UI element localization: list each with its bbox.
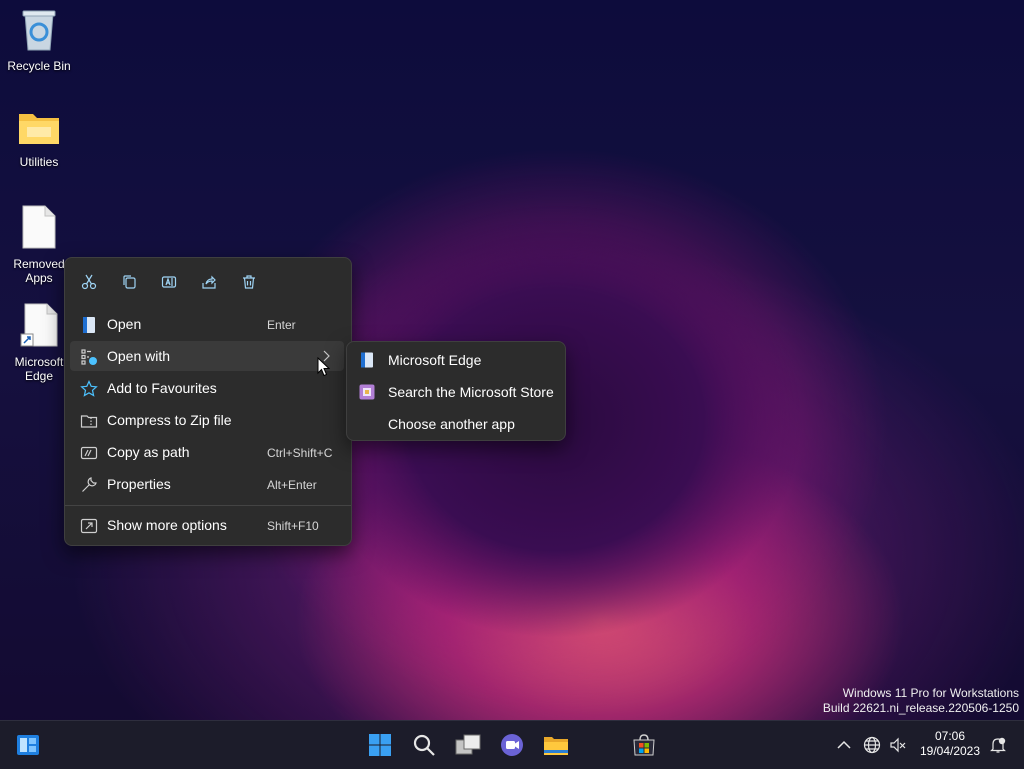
desktop-icon-utilities[interactable]: Utilities [2, 108, 76, 169]
clock-time: 07:06 [934, 729, 966, 743]
search-button[interactable] [410, 731, 438, 759]
open-with-submenu: Microsoft Edge Search the Microsoft Stor… [346, 341, 566, 441]
desktop-icon-recycle-bin[interactable]: Recycle Bin [2, 8, 76, 73]
submenu-item-search-store[interactable]: Search the Microsoft Store [352, 377, 560, 407]
zip-folder-icon [80, 415, 98, 428]
menu-item-shortcut: Alt+Enter [267, 478, 317, 492]
edge-document-icon [83, 317, 95, 333]
submenu-item-microsoft-edge[interactable]: Microsoft Edge [352, 345, 560, 375]
menu-item-label: Open with [107, 348, 171, 364]
desktop-icon-label: Recycle Bin [7, 59, 71, 73]
submenu-item-label: Search the Microsoft Store [388, 384, 554, 400]
menu-item-label: Compress to Zip file [107, 412, 232, 428]
menu-item-open[interactable]: Open Enter [70, 309, 344, 339]
windows-watermark: Windows 11 Pro for Workstations Build 22… [823, 686, 1019, 716]
menu-separator [65, 505, 351, 506]
copy-button[interactable] [117, 270, 141, 294]
submenu-item-label: Choose another app [388, 416, 515, 432]
cut-button[interactable] [77, 270, 101, 294]
menu-item-shortcut: Enter [267, 318, 296, 332]
system-clock[interactable]: 07:06 19/04/2023 [914, 729, 986, 759]
submenu-item-label: Microsoft Edge [388, 352, 482, 368]
copy-path-icon [80, 446, 98, 460]
mouse-cursor-icon [317, 357, 330, 377]
rename-icon [161, 276, 177, 288]
menu-item-compress-to-zip[interactable]: Compress to Zip file [70, 405, 344, 435]
cut-icon [81, 274, 97, 290]
clock-date: 19/04/2023 [919, 744, 981, 758]
notifications-button[interactable] [984, 731, 1012, 759]
show-hidden-icons-button[interactable] [830, 731, 858, 759]
recycle-bin-icon [22, 10, 56, 51]
share-button[interactable] [197, 270, 221, 294]
context-menu-toolbar [65, 258, 351, 304]
task-view-button[interactable] [454, 731, 482, 759]
delete-button[interactable] [237, 270, 261, 294]
menu-item-copy-as-path[interactable]: Copy as path Ctrl+Shift+C [70, 437, 344, 467]
menu-item-add-to-favourites[interactable]: Add to Favourites [70, 373, 344, 403]
menu-item-label: Add to Favourites [107, 380, 217, 396]
edge-document-icon [361, 352, 373, 368]
chat-button[interactable] [498, 731, 526, 759]
widgets-icon [17, 735, 39, 755]
taskbar: 07:06 19/04/2023 [0, 720, 1024, 769]
task-view-icon [455, 734, 481, 755]
volume-button[interactable] [884, 731, 912, 759]
microsoft-store-button[interactable] [630, 731, 658, 759]
desktop-icon-label: Utilities [19, 155, 59, 169]
folder-icon [544, 737, 568, 755]
show-more-options-icon [80, 518, 98, 534]
star-icon [80, 380, 98, 397]
shortcut-document-icon [20, 303, 58, 347]
watermark-edition: Windows 11 Pro for Workstations [842, 686, 1019, 700]
start-button[interactable] [366, 731, 394, 759]
menu-item-label: Copy as path [107, 444, 190, 460]
menu-item-show-more-options[interactable]: Show more options Shift+F10 [70, 510, 344, 540]
submenu-item-choose-another-app[interactable]: Choose another app [352, 409, 560, 439]
notification-bell-icon [990, 737, 1006, 753]
windows-logo-icon [369, 734, 391, 756]
delete-icon [243, 275, 255, 289]
speaker-muted-icon [890, 737, 906, 753]
search-icon [413, 734, 435, 756]
menu-item-open-with[interactable]: Open with [70, 341, 344, 371]
widgets-button[interactable] [14, 731, 42, 759]
share-icon [202, 275, 216, 289]
menu-item-label: Open [107, 316, 142, 332]
network-button[interactable] [858, 731, 886, 759]
teams-chat-icon [501, 734, 523, 756]
rename-button[interactable] [157, 270, 181, 294]
menu-item-shortcut: Ctrl+Shift+C [267, 446, 333, 460]
microsoft-store-icon [633, 734, 655, 756]
document-icon [22, 205, 56, 249]
open-with-icon [81, 349, 97, 365]
context-menu: Open Enter Open with Add to Favourites C… [64, 257, 352, 546]
menu-item-label: Show more options [107, 517, 227, 533]
folder-icon [19, 114, 59, 144]
menu-item-shortcut: Shift+F10 [267, 519, 319, 533]
menu-item-properties[interactable]: Properties Alt+Enter [70, 469, 344, 499]
copy-icon [123, 275, 136, 289]
menu-item-label: Properties [107, 476, 171, 492]
wrench-icon [82, 477, 97, 492]
microsoft-store-icon [359, 384, 375, 400]
chevron-up-icon [837, 740, 851, 749]
file-explorer-button[interactable] [542, 731, 570, 759]
watermark-build: Build 22621.ni_release.220506-1250 [822, 701, 1019, 715]
globe-icon [863, 736, 881, 754]
